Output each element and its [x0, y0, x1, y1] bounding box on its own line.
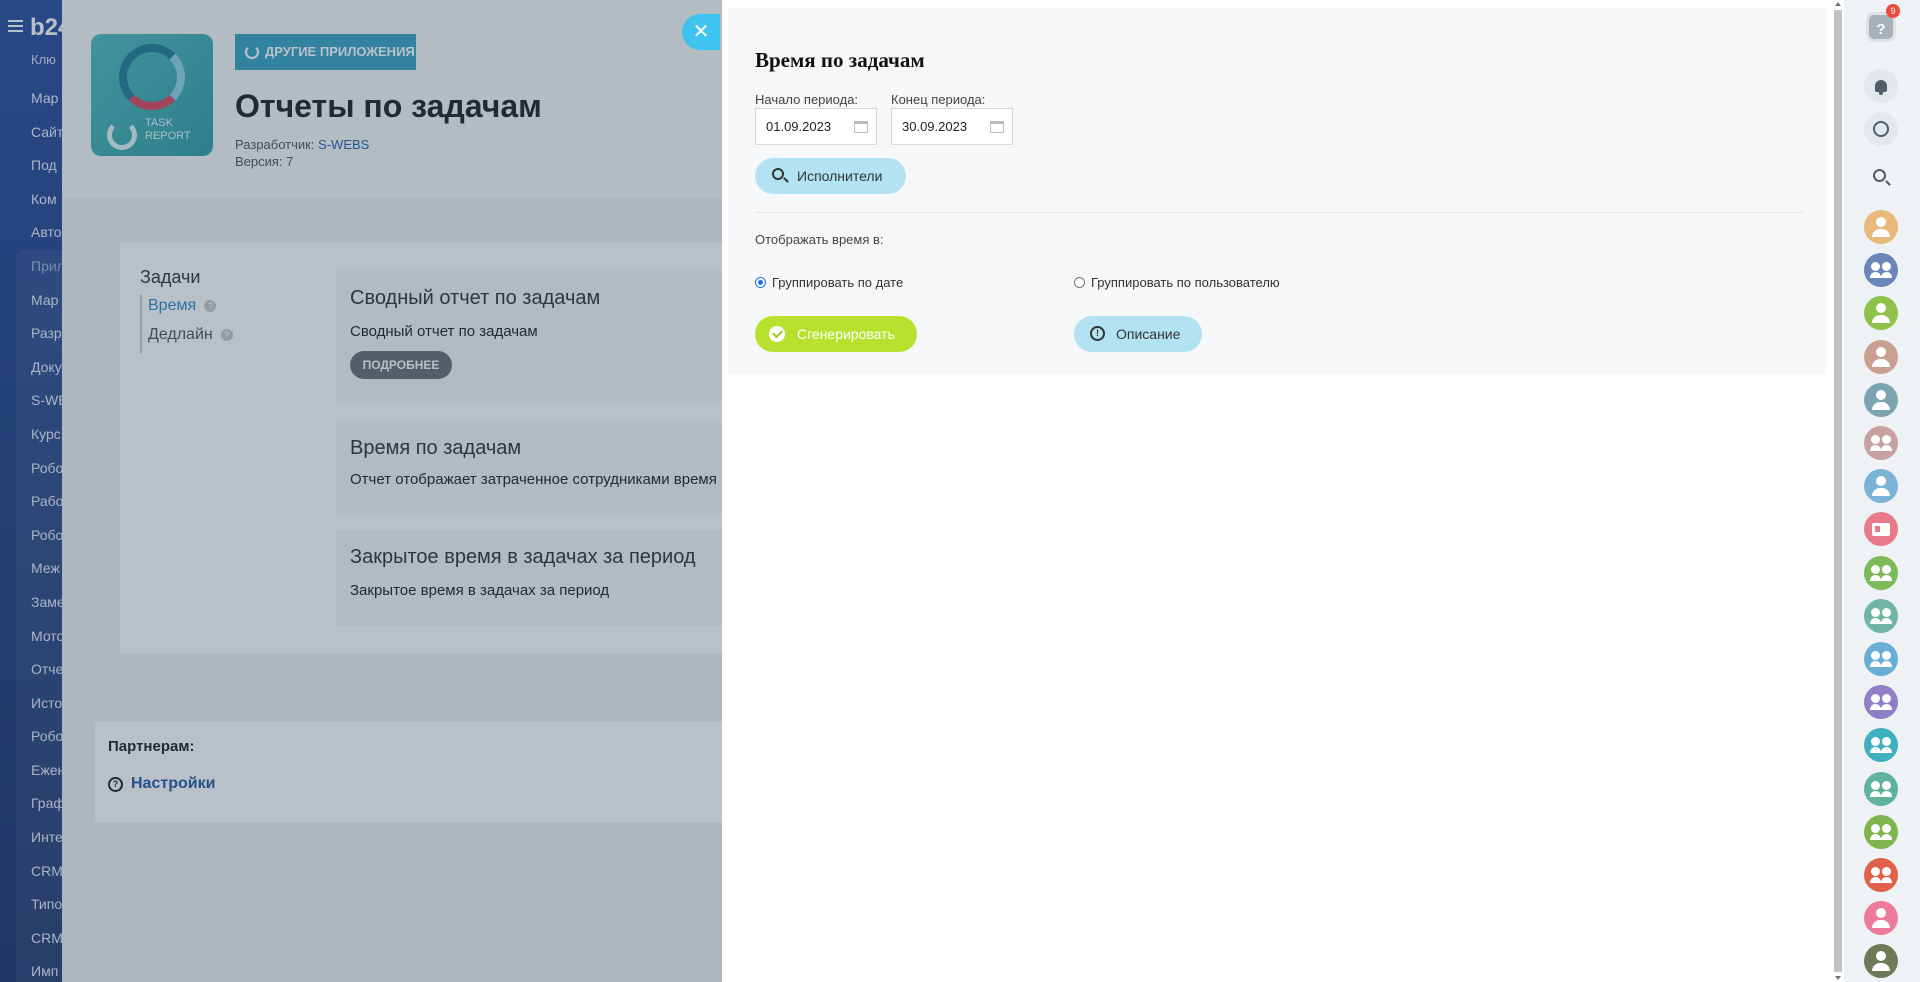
contact-avatar[interactable] [1864, 469, 1898, 504]
scrollbar-thumb[interactable] [1834, 10, 1842, 972]
contact-avatar[interactable] [1864, 771, 1898, 806]
calendar-icon[interactable] [990, 121, 1004, 133]
group-chat-icon [1870, 822, 1892, 842]
group-chat-icon [1870, 865, 1892, 885]
search-button[interactable] [1864, 160, 1898, 194]
contact-avatar[interactable] [1864, 382, 1898, 417]
user-icon [1872, 303, 1890, 324]
contact-card-icon [1872, 522, 1890, 536]
group-chat-icon [1870, 260, 1892, 280]
group-by-date-option[interactable]: Группировать по дате [755, 275, 903, 290]
contact-avatar[interactable] [1864, 642, 1898, 676]
scroll-down-arrow-icon[interactable] [1835, 976, 1841, 980]
start-period-label: Начало периода: [755, 92, 859, 107]
slider-panel: Время по задачам Начало периода: 01.09.2… [722, 0, 1832, 982]
group-by-user-option[interactable]: Группировать по пользователю [1074, 275, 1280, 290]
description-label: Описание [1116, 326, 1181, 342]
scrollbar[interactable] [1832, 0, 1844, 982]
group-chat-icon [1870, 563, 1892, 583]
chat-icon [1873, 121, 1889, 137]
group-by-user-label[interactable]: Группировать по пользователю [1091, 275, 1280, 290]
contact-avatar[interactable] [1864, 253, 1898, 288]
executors-button[interactable]: Исполнители [755, 158, 906, 194]
group-chat-icon [1870, 735, 1892, 755]
user-icon [1872, 476, 1890, 497]
user-icon [1872, 908, 1890, 929]
right-bar: ? 9 [1844, 0, 1920, 982]
contact-avatar[interactable] [1864, 210, 1898, 244]
executors-label: Исполнители [797, 168, 883, 184]
page-overlay[interactable] [0, 0, 722, 982]
group-chat-icon [1870, 433, 1892, 453]
report-form: Время по задачам Начало периода: 01.09.2… [728, 8, 1826, 374]
info-icon: ! [1090, 326, 1105, 341]
display-time-label: Отображать время в: [755, 232, 884, 247]
scroll-up-arrow-icon[interactable] [1835, 2, 1841, 6]
contact-avatar[interactable] [1864, 728, 1898, 763]
contact-avatar[interactable] [1864, 296, 1898, 331]
contact-avatar[interactable] [1864, 901, 1898, 936]
start-period-input[interactable]: 01.09.2023 [755, 108, 877, 145]
group-chat-icon [1870, 692, 1892, 712]
user-icon [1872, 951, 1890, 972]
help-badge: 9 [1886, 4, 1900, 18]
contact-avatar[interactable] [1864, 814, 1898, 849]
notifications-button[interactable] [1864, 69, 1898, 103]
calendar-icon[interactable] [854, 121, 868, 133]
contact-avatar[interactable] [1864, 555, 1898, 590]
contact-avatar[interactable] [1864, 858, 1898, 892]
help-button[interactable]: ? 9 [1864, 4, 1900, 44]
start-period-value: 01.09.2023 [766, 119, 832, 134]
radio-group-by-date[interactable] [755, 277, 766, 288]
group-chat-icon [1870, 606, 1892, 626]
check-icon [769, 326, 785, 342]
end-period-input[interactable]: 30.09.2023 [891, 108, 1013, 145]
search-icon [1873, 169, 1886, 182]
contact-avatar[interactable] [1864, 598, 1898, 633]
bell-icon [1875, 80, 1887, 95]
user-icon [1872, 389, 1890, 410]
contact-avatar[interactable] [1864, 685, 1898, 720]
group-by-date-label[interactable]: Группировать по дате [772, 275, 903, 290]
end-period-label: Конец периода: [891, 92, 986, 107]
user-icon [1872, 217, 1890, 237]
end-period-value: 30.09.2023 [902, 119, 968, 134]
contact-avatar[interactable] [1864, 426, 1898, 460]
contact-avatar[interactable] [1864, 512, 1898, 547]
generate-button[interactable]: Сгенерировать [755, 316, 917, 352]
user-icon [1872, 346, 1890, 367]
slider-title: Время по задачам [755, 48, 925, 72]
group-chat-icon [1870, 649, 1892, 669]
group-chat-icon [1870, 779, 1892, 799]
close-slider-button[interactable]: ✕ [682, 14, 720, 50]
contact-avatar[interactable] [1864, 339, 1898, 374]
messenger-button[interactable] [1864, 112, 1898, 146]
search-icon [772, 168, 784, 180]
radio-group-by-user[interactable] [1074, 277, 1085, 288]
description-button[interactable]: ! Описание [1074, 316, 1202, 352]
generate-label: Сгенерировать [797, 326, 895, 342]
contact-avatar[interactable] [1864, 944, 1898, 979]
divider [755, 212, 1803, 213]
